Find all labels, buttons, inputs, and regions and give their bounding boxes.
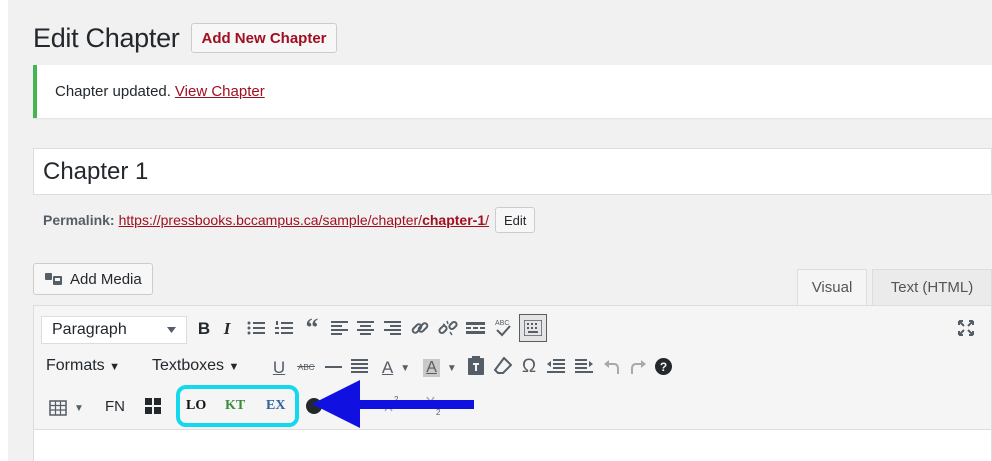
view-chapter-link[interactable]: View Chapter (175, 83, 265, 100)
clear-formatting-icon[interactable] (494, 357, 512, 375)
permalink-base: https://pressbooks.bccampus.ca/sample/ch… (118, 212, 423, 228)
read-more-icon[interactable] (466, 320, 485, 336)
indent-icon[interactable] (575, 358, 593, 374)
underline-icon[interactable]: U (272, 357, 286, 379)
grid-icon[interactable] (145, 398, 161, 414)
toolbar-toggle-icon[interactable] (519, 314, 547, 342)
justify-icon[interactable] (351, 358, 368, 374)
strikethrough-icon[interactable]: ABC (297, 361, 315, 373)
chevron-down-icon: ▼ (109, 361, 121, 373)
chevron-down-icon: ▼ (74, 402, 84, 414)
fullscreen-icon[interactable] (958, 320, 974, 336)
update-notice: Chapter updated. View Chapter (33, 65, 992, 118)
bullet-list-icon[interactable] (247, 320, 265, 336)
page: Edit Chapter Add New Chapter Chapter upd… (0, 0, 992, 461)
page-header: Edit Chapter Add New Chapter (33, 18, 337, 58)
blockquote-icon[interactable]: “ (302, 313, 322, 342)
media-icon (45, 273, 62, 285)
permalink-slug: chapter-1 (422, 212, 486, 228)
paste-text-icon[interactable] (468, 356, 484, 375)
undo-icon[interactable] (604, 358, 620, 374)
format-select[interactable]: Paragraph (41, 316, 187, 344)
svg-text:ABC: ABC (495, 320, 509, 327)
special-character-icon[interactable]: Ω (520, 355, 538, 379)
table-menu[interactable]: ▼ (44, 397, 89, 419)
add-media-button[interactable]: Add Media (33, 263, 153, 295)
permalink-label: Permalink: (43, 212, 115, 228)
post-title-input[interactable]: Chapter 1 (33, 148, 992, 195)
background-color-icon[interactable]: A ▼ (420, 356, 460, 380)
editor-content-area[interactable] (33, 430, 992, 461)
highlight-outline (176, 385, 299, 427)
post-title-text: Chapter 1 (43, 157, 149, 185)
bold-icon[interactable]: B (196, 318, 212, 340)
footnote-button[interactable]: FN (105, 399, 125, 414)
permalink-link[interactable]: https://pressbooks.bccampus.ca/sample/ch… (119, 212, 489, 228)
permalink-trail: / (485, 212, 489, 228)
redo-icon[interactable] (630, 358, 646, 374)
text-color-icon[interactable]: A ▼ (377, 356, 415, 380)
format-select-value: Paragraph (52, 321, 127, 338)
add-media-label: Add Media (70, 270, 142, 288)
chevron-down-icon: ▼ (228, 361, 240, 373)
notice-message: Chapter updated. (55, 83, 171, 100)
tab-text-html[interactable]: Text (HTML) (872, 269, 992, 305)
permalink-row: Permalink: https://pressbooks.bccampus.c… (43, 207, 536, 233)
align-center-icon[interactable] (357, 320, 374, 336)
italic-icon[interactable]: I (220, 318, 234, 340)
help-icon[interactable]: ? (655, 358, 672, 375)
link-icon[interactable] (410, 318, 430, 338)
formats-label: Formats (46, 357, 105, 374)
chevron-down-icon (167, 327, 176, 333)
align-left-icon[interactable] (331, 320, 348, 336)
outdent-icon[interactable] (547, 358, 565, 374)
add-new-chapter-button[interactable]: Add New Chapter (191, 23, 337, 53)
permalink-edit-button[interactable]: Edit (495, 207, 536, 233)
numbered-list-icon[interactable] (275, 320, 293, 336)
svg-text:ABC: ABC (298, 363, 315, 372)
align-right-icon[interactable] (384, 320, 401, 336)
textboxes-menu[interactable]: Textboxes ▼ (152, 358, 239, 374)
unlink-icon[interactable] (438, 318, 458, 338)
formats-menu[interactable]: Formats ▼ (46, 358, 120, 374)
spellcheck-icon[interactable]: ABC (493, 316, 513, 338)
table-icon (49, 400, 67, 416)
page-title: Edit Chapter (33, 22, 180, 53)
keyboard-icon (524, 320, 542, 336)
tab-visual[interactable]: Visual (797, 269, 867, 305)
horizontal-line-icon[interactable] (325, 365, 342, 369)
arrow-annotation (312, 380, 474, 428)
textboxes-label: Textboxes (152, 357, 225, 374)
